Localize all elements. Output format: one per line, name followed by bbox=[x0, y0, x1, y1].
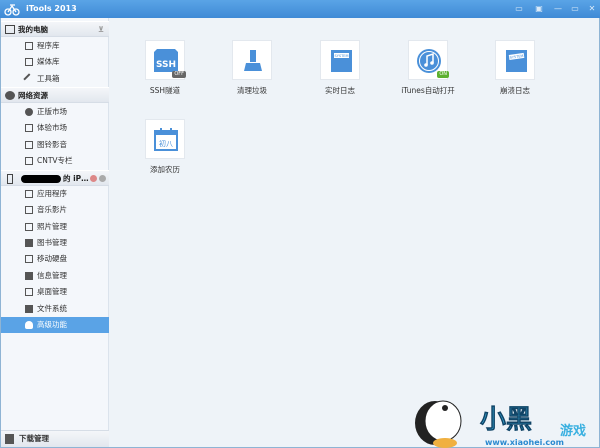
section-label: 网络资源 bbox=[18, 91, 48, 100]
tool-clean-junk[interactable] bbox=[232, 40, 272, 80]
svg-text:游戏: 游戏 bbox=[560, 423, 586, 439]
sidebar-item-toolbox[interactable]: 工具箱 bbox=[1, 71, 109, 87]
svg-text:SYSTEM: SYSTEM bbox=[335, 54, 349, 58]
item-label: 应用程序 bbox=[37, 189, 67, 198]
desktop-icon bbox=[25, 288, 33, 296]
contact-icon bbox=[25, 272, 33, 280]
item-label: 照片管理 bbox=[37, 222, 67, 231]
media-icon bbox=[25, 141, 33, 149]
section-device[interactable]: 的 iP… bbox=[1, 170, 109, 186]
item-label: 图书管理 bbox=[37, 238, 67, 247]
item-label: 媒体库 bbox=[37, 57, 60, 66]
sidebar-item-messages[interactable]: 信息管理 bbox=[1, 268, 109, 284]
cloud-icon bbox=[5, 91, 15, 100]
eject-icon[interactable] bbox=[99, 175, 106, 182]
download-label: 下载管理 bbox=[19, 434, 49, 443]
sidebar-item-photos[interactable]: 照片管理 bbox=[1, 219, 109, 235]
sidebar-item-advanced[interactable]: 高级功能 bbox=[1, 317, 109, 333]
tool-label: SSH隧道 bbox=[149, 86, 181, 95]
off-badge: OFF bbox=[172, 71, 186, 78]
sidebar-item-books[interactable]: 图书管理 bbox=[1, 235, 109, 251]
minimize-icon[interactable]: — bbox=[552, 3, 564, 14]
grid-icon bbox=[25, 124, 33, 132]
sidebar: 我的电脑 ⊻ 程序库 媒体库 工具箱 网络资源 正版市场 体验市场 图铃影音 CN… bbox=[1, 18, 109, 447]
calendar-icon: 初八 bbox=[154, 128, 178, 151]
item-label: 音乐影片 bbox=[37, 205, 67, 214]
on-badge: ON bbox=[437, 71, 449, 78]
sidebar-item-apps[interactable]: 应用程序 bbox=[1, 186, 109, 202]
skin-icon[interactable]: ▣ bbox=[533, 3, 545, 14]
tool-label: 添加农历 bbox=[150, 165, 180, 174]
sidebar-item-filesystem[interactable]: 文件系统 bbox=[1, 301, 109, 317]
film-icon bbox=[25, 206, 33, 214]
system-log-icon: SYSTEM bbox=[331, 50, 352, 72]
item-label: CNTV专栏 bbox=[37, 156, 73, 165]
sidebar-item-app-market[interactable]: 正版市场 bbox=[1, 104, 109, 120]
item-label: 图铃影音 bbox=[37, 140, 67, 149]
sidebar-item-program-library[interactable]: 程序库 bbox=[1, 38, 109, 54]
svg-text:www.xiaohei.com: www.xiaohei.com bbox=[485, 438, 564, 447]
svg-text:初八: 初八 bbox=[159, 139, 173, 148]
photo-icon bbox=[25, 223, 33, 231]
monitor-icon bbox=[5, 25, 15, 34]
tool-label: 清理垃圾 bbox=[237, 86, 267, 95]
tool-label: 崩溃日志 bbox=[500, 86, 530, 95]
app-title: iTools 2013 bbox=[26, 4, 77, 13]
sidebar-item-cntv[interactable]: CNTV专栏 bbox=[1, 153, 109, 169]
item-label: 信息管理 bbox=[37, 271, 67, 280]
tool-add-lunar-calendar[interactable]: 初八 bbox=[145, 119, 185, 159]
crash-log-icon: SYSTEM bbox=[506, 50, 527, 72]
phone-icon bbox=[7, 174, 13, 184]
tool-ssh-tunnel[interactable]: SSH OFF bbox=[145, 40, 186, 80]
item-label: 工具箱 bbox=[37, 74, 60, 83]
broom-icon bbox=[244, 50, 262, 71]
svg-text:小黑: 小黑 bbox=[480, 405, 532, 435]
close-icon[interactable]: ✕ bbox=[586, 3, 598, 14]
item-label: 体验市场 bbox=[37, 123, 67, 132]
sidebar-item-disk[interactable]: 移动硬盘 bbox=[1, 251, 109, 267]
grid-icon bbox=[25, 42, 33, 50]
book-icon bbox=[25, 239, 33, 247]
section-label: 的 iP… bbox=[63, 174, 89, 183]
sidebar-item-media[interactable]: 图铃影音 bbox=[1, 137, 109, 153]
item-label: 正版市场 bbox=[37, 107, 67, 116]
sidebar-item-desktop[interactable]: 桌面管理 bbox=[1, 284, 109, 300]
maximize-icon[interactable]: ▭ bbox=[569, 3, 581, 14]
item-label: 桌面管理 bbox=[37, 287, 67, 296]
title-bar: iTools 2013 ▭ ▣ — ▭ ✕ bbox=[0, 0, 600, 18]
section-label: 我的电脑 bbox=[18, 25, 48, 34]
download-manager-button[interactable]: 下载管理 bbox=[1, 430, 109, 447]
sidebar-item-trial-market[interactable]: 体验市场 bbox=[1, 120, 109, 136]
section-network[interactable]: 网络资源 bbox=[1, 87, 109, 103]
tool-itunes-autostart[interactable]: ON bbox=[408, 40, 449, 80]
apple-icon bbox=[25, 108, 33, 116]
svg-text:SSH: SSH bbox=[156, 60, 176, 70]
feedback-icon[interactable]: ▭ bbox=[513, 3, 525, 14]
sidebar-item-media-library[interactable]: 媒体库 bbox=[1, 54, 109, 70]
item-label: 高级功能 bbox=[37, 320, 67, 329]
tool-crash-log[interactable]: SYSTEM bbox=[495, 40, 535, 80]
flask-icon bbox=[25, 321, 33, 329]
grid-icon bbox=[25, 190, 33, 198]
item-label: 移动硬盘 bbox=[37, 254, 67, 263]
download-icon bbox=[5, 434, 14, 444]
settings-icon[interactable] bbox=[90, 175, 97, 182]
section-my-computer[interactable]: 我的电脑 ⊻ bbox=[1, 21, 109, 37]
collapse-icon[interactable]: ⊻ bbox=[98, 22, 104, 37]
wrench-icon bbox=[23, 73, 35, 85]
tool-realtime-log[interactable]: SYSTEM bbox=[320, 40, 360, 80]
disk-icon bbox=[25, 255, 33, 263]
item-label: 文件系统 bbox=[37, 304, 67, 313]
item-label: 程序库 bbox=[37, 41, 60, 50]
tool-label: iTunes自动打开 bbox=[401, 86, 455, 95]
sidebar-item-music-video[interactable]: 音乐影片 bbox=[1, 202, 109, 218]
itools-logo-icon bbox=[4, 4, 20, 16]
tv-icon bbox=[25, 157, 33, 165]
tool-label: 实时日志 bbox=[325, 86, 355, 95]
film-icon bbox=[25, 58, 33, 66]
folder-icon bbox=[25, 305, 33, 313]
redacted-device-name bbox=[21, 175, 61, 183]
xiaohei-watermark-logo: 小黑 游戏 www.xiaohei.com bbox=[415, 400, 586, 448]
